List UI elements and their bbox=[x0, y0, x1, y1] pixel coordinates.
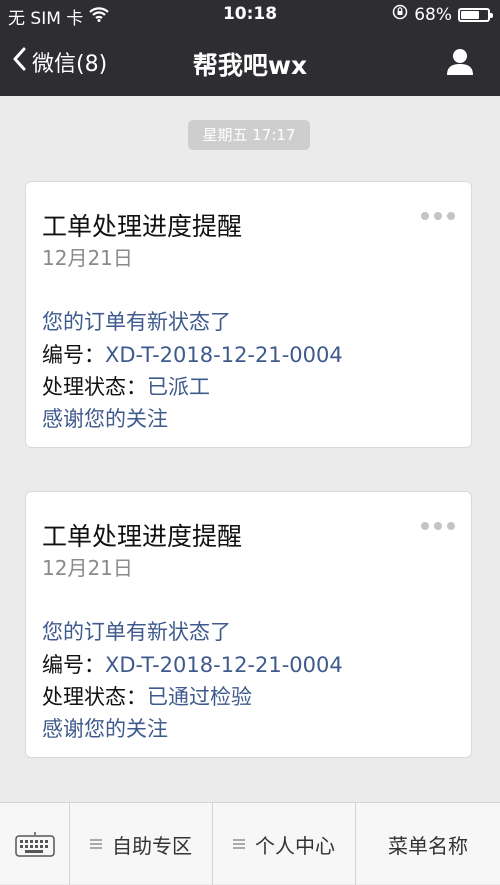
menu-self-service[interactable]: 自助专区 bbox=[70, 803, 213, 885]
status-label: 处理状态： bbox=[42, 375, 147, 399]
battery-icon bbox=[458, 7, 493, 22]
keyboard-toggle-button[interactable] bbox=[0, 803, 70, 885]
more-options-icon[interactable] bbox=[421, 522, 455, 532]
card-title: 工单处理进度提醒 bbox=[42, 522, 243, 551]
order-number-label: 编号： bbox=[42, 653, 105, 677]
rotation-lock-icon bbox=[392, 4, 408, 25]
menu-list-icon bbox=[90, 839, 102, 849]
template-message-card[interactable]: 工单处理进度提醒 12月21日 您的订单有新状态了 编号：XD-T-2018-1… bbox=[25, 491, 472, 758]
order-number-row: 编号：XD-T-2018-12-21-0004 bbox=[42, 649, 343, 679]
bottom-menu-bar: 自助专区 个人中心 菜单名称 bbox=[0, 802, 500, 885]
menu-label: 菜单名称 bbox=[388, 833, 468, 858]
template-message-card[interactable]: 工单处理进度提醒 12月21日 您的订单有新状态了 编号：XD-T-2018-1… bbox=[25, 181, 472, 448]
more-options-icon[interactable] bbox=[421, 212, 455, 222]
page-title: 帮我吧wx bbox=[192, 51, 308, 80]
card-date: 12月21日 bbox=[42, 556, 133, 580]
order-number-row: 编号：XD-T-2018-12-21-0004 bbox=[42, 339, 343, 369]
status-row: 处理状态：已通过检验 bbox=[42, 681, 252, 711]
menu-name[interactable]: 菜单名称 bbox=[356, 803, 500, 885]
user-profile-icon[interactable] bbox=[444, 46, 476, 78]
menu-label: 个人中心 bbox=[255, 833, 335, 858]
card-footer: 感谢您的关注 bbox=[42, 717, 168, 741]
menu-label: 自助专区 bbox=[112, 833, 192, 858]
order-number-value: XD-T-2018-12-21-0004 bbox=[105, 343, 343, 367]
order-number-label: 编号： bbox=[42, 343, 105, 367]
status-row: 处理状态：已派工 bbox=[42, 371, 210, 401]
card-intro: 您的订单有新状态了 bbox=[42, 620, 231, 644]
status-value: 已通过检验 bbox=[147, 685, 252, 709]
card-title: 工单处理进度提醒 bbox=[42, 212, 243, 241]
menu-list-icon bbox=[233, 839, 245, 849]
card-footer: 感谢您的关注 bbox=[42, 407, 168, 431]
status-value: 已派工 bbox=[147, 375, 210, 399]
card-intro: 您的订单有新状态了 bbox=[42, 310, 231, 334]
order-number-value: XD-T-2018-12-21-0004 bbox=[105, 653, 343, 677]
chat-timestamp: 星期五 17:17 bbox=[188, 120, 310, 150]
status-bar: 无 SIM 卡 10:18 68% bbox=[0, 0, 500, 29]
menu-personal-center[interactable]: 个人中心 bbox=[213, 803, 356, 885]
card-date: 12月21日 bbox=[42, 246, 133, 270]
battery-percent: 68% bbox=[414, 4, 452, 25]
status-label: 处理状态： bbox=[42, 685, 147, 709]
nav-bar: 微信(8) 帮我吧wx bbox=[0, 28, 500, 96]
